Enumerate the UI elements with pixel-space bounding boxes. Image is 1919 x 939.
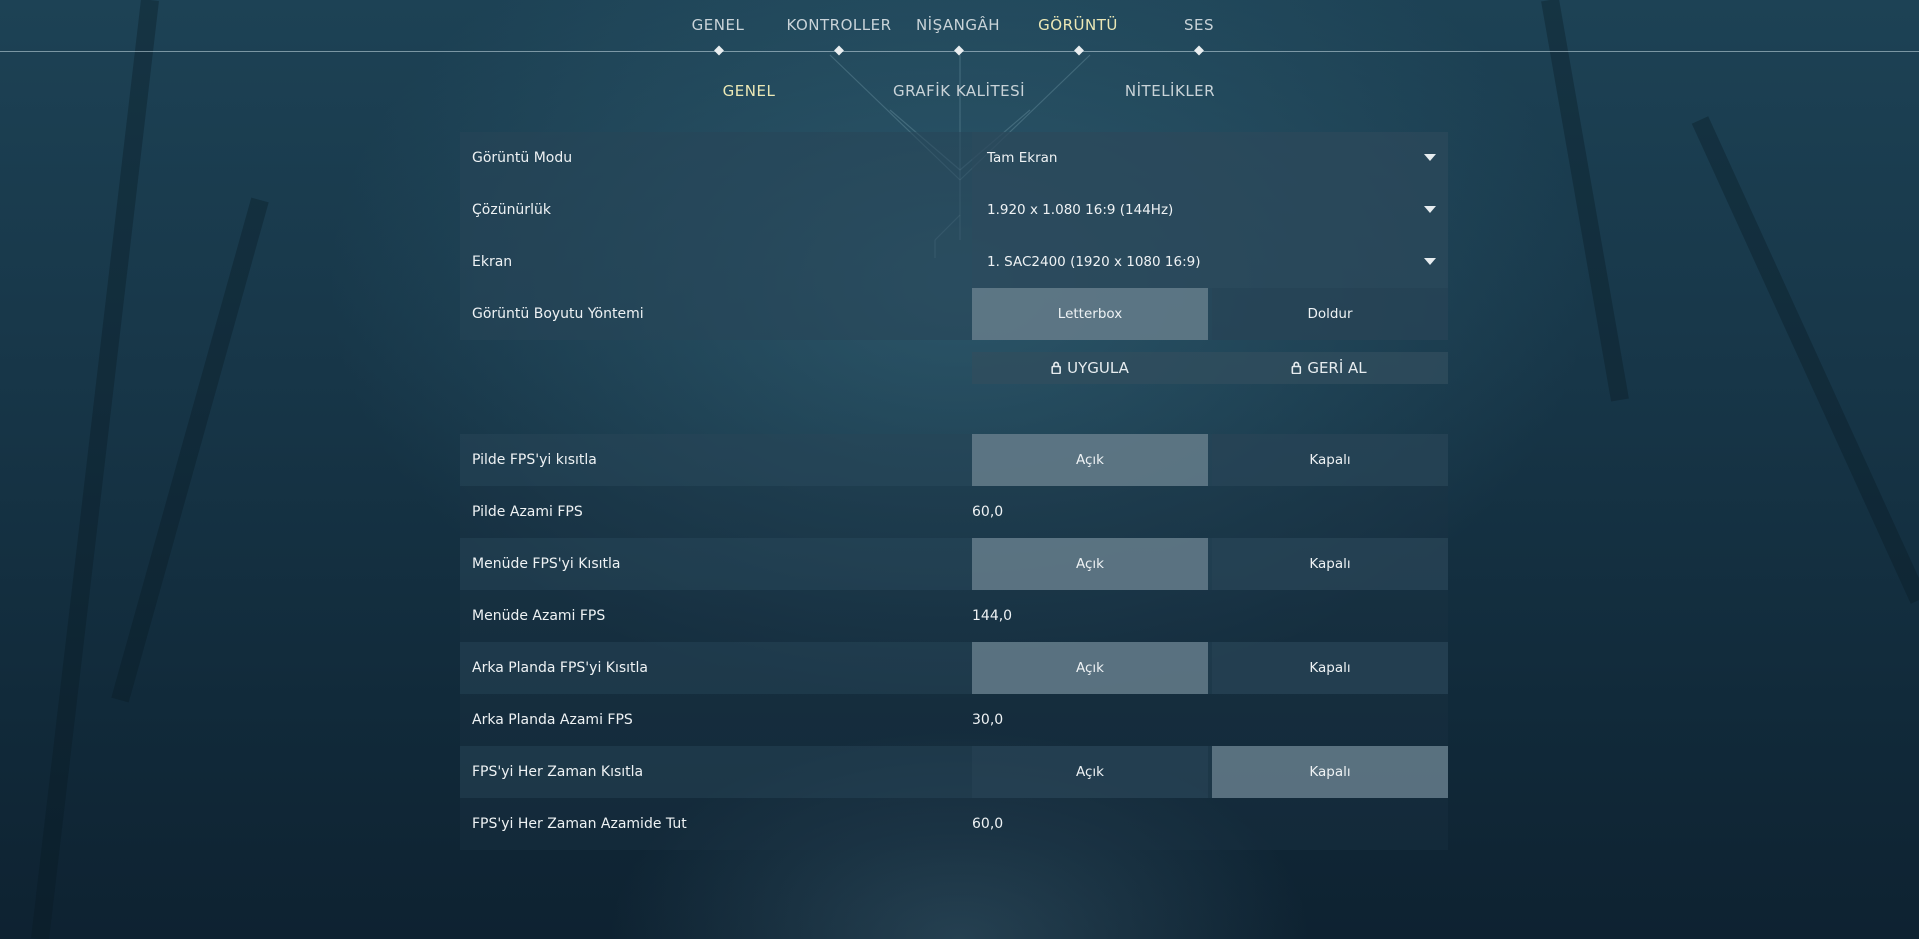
setting-label: Çözünürlük <box>472 202 551 218</box>
dropdown-value: 1. SAC2400 (1920 x 1080 16:9) <box>987 254 1201 270</box>
setting-row-limit-fps-background: Arka Planda FPS'yi Kısıtla Açık Kapalı <box>460 642 1448 694</box>
max-fps-background-value[interactable]: 30,0 <box>972 694 1003 746</box>
monitor-dropdown[interactable]: 1. SAC2400 (1920 x 1080 16:9) <box>972 236 1448 288</box>
subtab-graphics-quality[interactable]: GRAFİK KALİTESİ <box>893 82 1025 100</box>
off-option[interactable]: Kapalı <box>1212 538 1448 590</box>
setting-row-max-fps-always: FPS'yi Her Zaman Azamide Tut 60,0 <box>460 798 1448 850</box>
setting-label: Görüntü Boyutu Yöntemi <box>472 306 644 322</box>
setting-label: Arka Planda FPS'yi Kısıtla <box>472 660 648 676</box>
tab-marker-audio <box>1194 45 1204 56</box>
apply-revert-bar: UYGULA GERİ AL <box>972 352 1448 384</box>
tab-marker-general <box>714 45 724 56</box>
setting-label: Görüntü Modu <box>472 150 573 166</box>
setting-row-limit-fps-always: FPS'yi Her Zaman Kısıtla Açık Kapalı <box>460 746 1448 798</box>
display-mode-dropdown[interactable]: Tam Ekran <box>972 132 1448 184</box>
setting-label: Arka Planda Azami FPS <box>472 712 633 728</box>
apply-label: UYGULA <box>1067 359 1129 377</box>
chevron-down-icon <box>1424 206 1436 213</box>
lock-icon <box>1291 361 1302 374</box>
off-option[interactable]: Kapalı <box>1212 434 1448 486</box>
setting-label: FPS'yi Her Zaman Azamide Tut <box>472 816 687 832</box>
letterbox-option[interactable]: Letterbox <box>972 288 1208 340</box>
setting-label: Pilde Azami FPS <box>472 504 583 520</box>
on-option[interactable]: Açık <box>972 538 1208 590</box>
setting-row-aspect-method: Görüntü Boyutu Yöntemi Letterbox Doldur <box>460 288 1448 340</box>
chevron-down-icon <box>1424 258 1436 265</box>
setting-row-max-fps-background: Arka Planda Azami FPS 30,0 <box>460 694 1448 746</box>
apply-button[interactable]: UYGULA <box>1051 352 1129 384</box>
off-option[interactable]: Kapalı <box>1212 642 1448 694</box>
lock-icon <box>1051 361 1061 374</box>
dropdown-value: 1.920 x 1.080 16:9 (144Hz) <box>987 202 1174 218</box>
setting-row-max-fps-menu: Menüde Azami FPS 144,0 <box>460 590 1448 642</box>
on-option[interactable]: Açık <box>972 746 1208 798</box>
tab-general[interactable]: GENEL <box>692 16 745 36</box>
on-option[interactable]: Açık <box>972 642 1208 694</box>
setting-row-display-mode: Görüntü Modu Tam Ekran <box>460 132 1448 184</box>
tab-marker-video <box>1074 45 1084 56</box>
setting-row-max-fps-battery: Pilde Azami FPS 60,0 <box>460 486 1448 538</box>
subtab-attributes[interactable]: NİTELİKLER <box>1125 82 1215 100</box>
setting-label: Menüde FPS'yi Kısıtla <box>472 556 621 572</box>
on-option[interactable]: Açık <box>972 434 1208 486</box>
tab-audio[interactable]: SES <box>1184 16 1214 36</box>
max-fps-battery-value[interactable]: 60,0 <box>972 486 1003 538</box>
setting-row-monitor: Ekran 1. SAC2400 (1920 x 1080 16:9) <box>460 236 1448 288</box>
setting-label: Menüde Azami FPS <box>472 608 606 624</box>
max-fps-always-value[interactable]: 60,0 <box>972 798 1003 850</box>
tab-marker-crosshair <box>954 45 964 56</box>
resolution-dropdown[interactable]: 1.920 x 1.080 16:9 (144Hz) <box>972 184 1448 236</box>
chevron-down-icon <box>1424 154 1436 161</box>
tab-crosshair[interactable]: NİŞANGÂH <box>916 16 1000 36</box>
tab-controls[interactable]: KONTROLLER <box>786 16 891 36</box>
max-fps-menu-value[interactable]: 144,0 <box>972 590 1012 642</box>
tab-video[interactable]: GÖRÜNTÜ <box>1038 16 1118 36</box>
setting-row-limit-fps-menu: Menüde FPS'yi Kısıtla Açık Kapalı <box>460 538 1448 590</box>
setting-row-limit-fps-battery: Pilde FPS'yi kısıtla Açık Kapalı <box>460 434 1448 486</box>
dropdown-value: Tam Ekran <box>987 150 1058 166</box>
setting-label: Pilde FPS'yi kısıtla <box>472 452 597 468</box>
subtab-general[interactable]: GENEL <box>723 82 776 100</box>
revert-label: GERİ AL <box>1307 359 1367 377</box>
fill-option[interactable]: Doldur <box>1212 288 1448 340</box>
setting-label: FPS'yi Her Zaman Kısıtla <box>472 764 644 780</box>
setting-row-resolution: Çözünürlük 1.920 x 1.080 16:9 (144Hz) <box>460 184 1448 236</box>
setting-label: Ekran <box>472 254 513 270</box>
tab-marker-controls <box>834 45 844 56</box>
off-option[interactable]: Kapalı <box>1212 746 1448 798</box>
revert-button[interactable]: GERİ AL <box>1291 352 1367 384</box>
